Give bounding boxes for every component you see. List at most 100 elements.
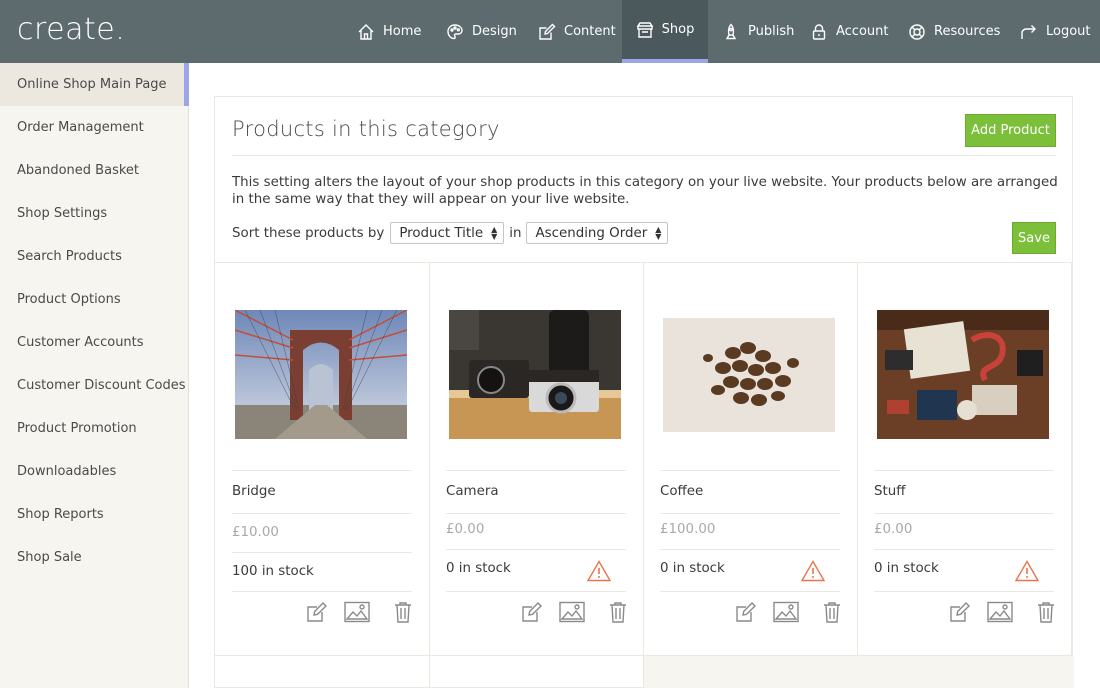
divider bbox=[446, 591, 626, 592]
sidebar-item-label: Shop Sale bbox=[17, 550, 82, 565]
image-icon[interactable] bbox=[344, 601, 370, 627]
divider bbox=[232, 591, 412, 592]
sidebar-item-abandoned-basket[interactable]: Abandoned Basket bbox=[0, 149, 189, 192]
product-card[interactable]: Bridge £10.00 100 in stock bbox=[215, 263, 430, 656]
nav-publish-label: Publish bbox=[748, 24, 795, 39]
sort-prefix-label: Sort these products by bbox=[232, 225, 385, 241]
product-name[interactable]: Bridge bbox=[232, 484, 276, 499]
trash-icon[interactable] bbox=[1037, 601, 1055, 627]
product-card[interactable]: Coffee £100.00 0 in stock bbox=[643, 263, 858, 656]
product-card-placeholder bbox=[429, 656, 644, 688]
product-name[interactable]: Camera bbox=[446, 484, 499, 499]
rocket-icon bbox=[725, 23, 737, 39]
warning-icon bbox=[586, 560, 612, 582]
edit-icon[interactable] bbox=[949, 601, 971, 627]
sidebar-item-label: Abandoned Basket bbox=[17, 163, 139, 178]
edit-icon[interactable] bbox=[735, 601, 757, 627]
product-stock: 0 in stock bbox=[874, 561, 939, 576]
nav-logout[interactable]: Logout bbox=[1020, 0, 1091, 63]
sidebar-item-shop-reports[interactable]: Shop Reports bbox=[0, 493, 189, 536]
nav-shop[interactable]: Shop bbox=[622, 0, 708, 63]
sort-order-select[interactable]: Ascending Order ▲ ▼ bbox=[526, 222, 669, 244]
product-name[interactable]: Stuff bbox=[874, 484, 905, 499]
page-title: Products in this category bbox=[232, 117, 500, 141]
warning-icon bbox=[1014, 560, 1040, 582]
divider bbox=[446, 513, 626, 514]
sidebar-item-label: Search Products bbox=[17, 249, 122, 264]
product-price: £0.00 bbox=[446, 522, 485, 537]
sidebar-item-customer-accounts[interactable]: Customer Accounts bbox=[0, 321, 189, 364]
product-price: £100.00 bbox=[660, 522, 716, 537]
sidebar-item-online-shop-main-page[interactable]: Online Shop Main Page bbox=[0, 63, 189, 106]
nav-content[interactable]: Content bbox=[538, 0, 616, 63]
stuff-image[interactable] bbox=[877, 310, 1049, 439]
edit-icon[interactable] bbox=[521, 601, 543, 627]
add-product-button[interactable]: Add Product bbox=[965, 114, 1056, 147]
trash-icon[interactable] bbox=[823, 601, 841, 627]
lock-icon bbox=[812, 23, 826, 40]
layout-description: This setting alters the layout of your s… bbox=[232, 175, 1058, 207]
shop-icon bbox=[636, 21, 653, 38]
sort-controls: Sort these products by Product Title ▲ ▼ … bbox=[232, 222, 673, 244]
nav-home[interactable]: Home bbox=[357, 0, 421, 63]
sort-field-select[interactable]: Product Title ▲ ▼ bbox=[390, 222, 505, 244]
sidebar-item-label: Order Management bbox=[17, 120, 144, 135]
nav-account-label: Account bbox=[836, 24, 889, 39]
coffee-image[interactable] bbox=[663, 318, 835, 432]
save-button[interactable]: Save bbox=[1012, 222, 1056, 254]
product-stock: 0 in stock bbox=[446, 561, 511, 576]
sidebar-item-search-products[interactable]: Search Products bbox=[0, 235, 189, 278]
sidebar-item-label: Product Promotion bbox=[17, 421, 137, 436]
sidebar-item-shop-sale[interactable]: Shop Sale bbox=[0, 536, 189, 579]
nav-design[interactable]: Design bbox=[446, 0, 517, 63]
product-card-placeholder bbox=[215, 656, 430, 688]
divider bbox=[660, 470, 840, 471]
home-icon bbox=[358, 23, 374, 40]
nav-resources[interactable]: Resources bbox=[908, 0, 1000, 63]
divider bbox=[232, 513, 412, 514]
lifebuoy-icon bbox=[909, 23, 925, 40]
sidebar-item-label: Online Shop Main Page bbox=[17, 77, 167, 92]
sort-field-value: Product Title bbox=[399, 225, 484, 241]
sidebar-item-shop-settings[interactable]: Shop Settings bbox=[0, 192, 189, 235]
sidebar-item-order-management[interactable]: Order Management bbox=[0, 106, 189, 149]
sort-order-value: Ascending Order bbox=[535, 225, 648, 241]
nav-logout-label: Logout bbox=[1046, 24, 1091, 39]
sidebar-item-label: Customer Accounts bbox=[17, 335, 144, 350]
sort-joiner-label: in bbox=[509, 225, 522, 241]
image-icon[interactable] bbox=[773, 601, 799, 627]
product-stock: 100 in stock bbox=[232, 564, 314, 579]
trash-icon[interactable] bbox=[609, 601, 627, 627]
product-card[interactable]: Stuff £0.00 0 in stock bbox=[857, 263, 1072, 656]
divider bbox=[660, 591, 840, 592]
product-name[interactable]: Coffee bbox=[660, 484, 703, 499]
divider bbox=[446, 470, 626, 471]
divider bbox=[232, 552, 412, 553]
products-panel: Products in this category Add Product Th… bbox=[214, 96, 1074, 688]
nav-account[interactable]: Account bbox=[810, 0, 889, 63]
image-icon[interactable] bbox=[559, 601, 585, 627]
select-arrows-icon: ▲ ▼ bbox=[491, 225, 498, 241]
trash-icon[interactable] bbox=[394, 601, 412, 627]
sidebar-item-product-promotion[interactable]: Product Promotion bbox=[0, 407, 189, 450]
camera-image[interactable] bbox=[449, 310, 621, 439]
product-stock: 0 in stock bbox=[660, 561, 725, 576]
sidebar-item-downloadables[interactable]: Downloadables bbox=[0, 450, 189, 493]
create-logo[interactable]: create. bbox=[17, 12, 125, 47]
warning-icon bbox=[800, 560, 826, 582]
product-grid: Bridge £10.00 100 in stock Camera £0.00 … bbox=[215, 262, 1074, 688]
nav-publish[interactable]: Publish bbox=[722, 0, 794, 63]
empty-grid-slot bbox=[644, 656, 1074, 688]
image-icon[interactable] bbox=[987, 601, 1013, 627]
product-card[interactable]: Camera £0.00 0 in stock bbox=[429, 263, 644, 656]
sidebar-item-customer-discount-codes[interactable]: Customer Discount Codes bbox=[0, 364, 189, 407]
select-arrows-icon: ▲ ▼ bbox=[655, 225, 662, 241]
edit-icon bbox=[539, 23, 556, 40]
divider bbox=[232, 155, 1056, 156]
edit-icon[interactable] bbox=[306, 601, 328, 627]
divider bbox=[446, 549, 626, 550]
bridge-image[interactable] bbox=[235, 310, 407, 439]
sidebar-item-product-options[interactable]: Product Options bbox=[0, 278, 189, 321]
sidebar-item-label: Customer Discount Codes bbox=[17, 378, 186, 393]
divider bbox=[232, 470, 412, 471]
